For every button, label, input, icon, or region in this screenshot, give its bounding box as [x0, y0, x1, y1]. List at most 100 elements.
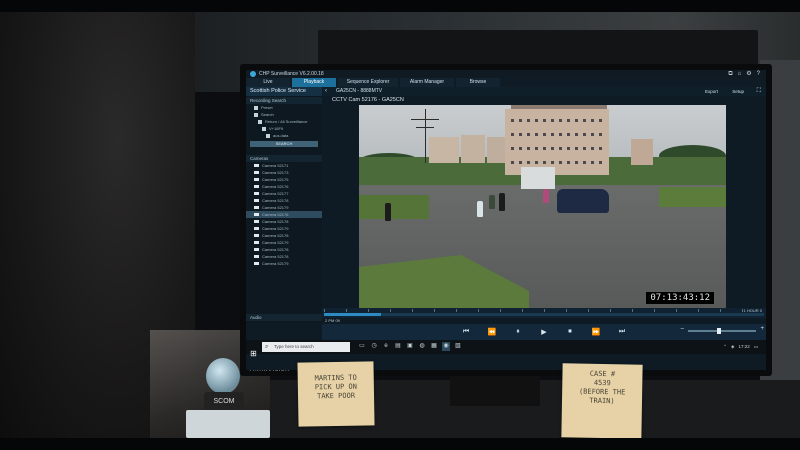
video-person [499, 193, 505, 211]
tree-item-code[interactable]: V+16F9 [246, 125, 322, 132]
tree-item-return[interactable]: Return / All Surveillance [246, 118, 322, 125]
letterbox-top [0, 0, 800, 12]
camera-icon [254, 248, 259, 251]
stop-icon[interactable]: ⏹ [564, 328, 576, 336]
layout-icon[interactable]: ⧉ [728, 70, 732, 78]
notifications-icon[interactable]: ▭ [754, 340, 758, 354]
tab-live[interactable]: Live [246, 78, 290, 87]
help-icon[interactable]: ? [757, 70, 760, 78]
taskbar-app-icon[interactable]: ▦ [430, 342, 438, 351]
camera-icon [254, 192, 259, 195]
tab-browse[interactable]: Browse [456, 78, 500, 87]
cameras-section[interactable]: Cameras [246, 155, 322, 162]
folder-icon [254, 112, 258, 117]
speed-plus-icon[interactable]: + [760, 326, 764, 332]
network-icon[interactable]: ◈ [731, 340, 734, 354]
app-titlebar: CHP Surveillance V6.2.00.18 ⧉ ⌂ ⚙ ? [246, 70, 766, 78]
folder-icon [262, 126, 266, 131]
file-icon [266, 133, 270, 138]
camera-icon [254, 241, 259, 244]
skip-back-icon[interactable]: ⏮ [460, 328, 472, 336]
speed-minus-icon[interactable]: – [681, 326, 684, 332]
camera-item-label: Camera 52179 [262, 261, 289, 266]
camera-item[interactable]: Camera 52178 [246, 218, 322, 225]
taskbar-app-icon[interactable]: ◉ [442, 342, 450, 351]
camera-item[interactable]: Camera 52176 [246, 183, 322, 190]
cctv-video-feed[interactable]: 07:13:43:12 [359, 105, 726, 308]
taskbar-app-icon[interactable]: ▭ [358, 342, 366, 351]
camera-icon [254, 164, 259, 167]
camera-item-label: Camera 52176 [262, 212, 289, 217]
setup-button[interactable]: Setup [732, 87, 744, 96]
tab-alarm-manager[interactable]: Alarm Manager [400, 78, 454, 87]
tab-sequence-explorer[interactable]: Sequence Explorer [338, 78, 398, 87]
camera-item-label: Camera 52179 [262, 240, 289, 245]
camera-item-label: Camera 52177 [262, 191, 289, 196]
folder-icon [258, 119, 262, 124]
export-button[interactable]: Export [705, 87, 718, 96]
camera-item[interactable]: Camera 52178 [246, 253, 322, 260]
tray-chevron-icon[interactable]: ⌃ [723, 340, 727, 354]
camera-list: Camera 52171 Camera 52173 Camera 52175 Came… [246, 162, 322, 267]
clock[interactable]: 17:22 [738, 340, 749, 354]
camera-icon [254, 213, 259, 216]
audio-section[interactable]: Audio [246, 314, 322, 321]
camera-item[interactable]: Camera 52178 [246, 197, 322, 204]
tree-item-search[interactable]: Search [246, 111, 322, 118]
taskbar-app-icon[interactable]: e [382, 342, 390, 351]
home-icon[interactable]: ⌂ [738, 70, 742, 78]
playback-controls: ⏮ ⏪ ⏸ ▶ ⏹ ⏩ ⏭ – + [322, 324, 766, 340]
letterbox-bottom [0, 438, 800, 450]
camera-icon [254, 206, 259, 209]
taskbar-app-icon[interactable]: ▧ [454, 342, 462, 351]
video-person [385, 203, 391, 221]
video-grass [659, 187, 726, 207]
taskbar-app-icon[interactable]: ◍ [418, 342, 426, 351]
pause-icon[interactable]: ⏸ [512, 328, 524, 336]
camera-item[interactable]: Camera 52179 [246, 204, 322, 211]
search-icon: ⌕ [265, 344, 269, 350]
play-icon[interactable]: ▶ [538, 328, 550, 336]
camera-icon [254, 178, 259, 181]
camera-item[interactable]: Camera 52179 [246, 260, 322, 267]
rewind-icon[interactable]: ⏪ [486, 328, 498, 336]
fullscreen-icon[interactable]: ⛶ [757, 87, 761, 96]
system-tray: ⌃ ◈ 17:22 ▭ [723, 340, 758, 354]
tab-playback[interactable]: Playback [292, 78, 336, 87]
desk-box [186, 410, 270, 438]
taskbar-app-icon[interactable]: ▣ [406, 342, 414, 351]
camera-item[interactable]: Camera 52176 [246, 211, 322, 218]
tree-item-preset[interactable]: Preset [246, 104, 322, 111]
recording-search-section[interactable]: Recording Search [246, 97, 322, 104]
gear-icon[interactable]: ⚙ [746, 70, 751, 78]
camera-icon [254, 262, 259, 265]
fast-forward-icon[interactable]: ⏩ [590, 328, 602, 336]
snowglobe-base: SCOM [204, 392, 244, 412]
windows-start-icon[interactable] [250, 343, 258, 351]
skip-forward-icon[interactable]: ⏭ [616, 328, 628, 336]
camera-item[interactable]: Camera 52179 [246, 225, 322, 232]
tree-item-data[interactable]: aus.data [246, 132, 322, 139]
camera-icon [254, 227, 259, 230]
camera-item[interactable]: Camera 52177 [246, 190, 322, 197]
playback-timeline[interactable]: 1 HOUR 0 [322, 308, 766, 318]
camera-item[interactable]: Camera 52179 [246, 239, 322, 246]
taskbar-app-icon[interactable]: ◷ [370, 342, 378, 351]
video-windows [511, 133, 603, 136]
timeline-track[interactable] [324, 313, 764, 316]
taskbar-app-icon[interactable]: ▤ [394, 342, 402, 351]
back-icon[interactable]: ‹ [325, 87, 327, 96]
video-building [631, 139, 653, 165]
search-button[interactable]: SEARCH [250, 141, 318, 147]
camera-item[interactable]: Camera 52178 [246, 246, 322, 253]
camera-item-label: Camera 52178 [262, 247, 289, 252]
video-building [429, 137, 459, 163]
taskbar-search-input[interactable]: ⌕ Type here to search [262, 342, 350, 352]
camera-item[interactable]: Camera 52171 [246, 162, 322, 169]
camera-item[interactable]: Camera 52175 [246, 176, 322, 183]
camera-item[interactable]: Camera 52173 [246, 169, 322, 176]
speed-slider[interactable] [688, 328, 756, 334]
camera-item-label: Camera 52173 [262, 170, 289, 175]
camera-item[interactable]: Camera 52178 [246, 232, 322, 239]
speed-slider-handle[interactable] [716, 328, 721, 334]
